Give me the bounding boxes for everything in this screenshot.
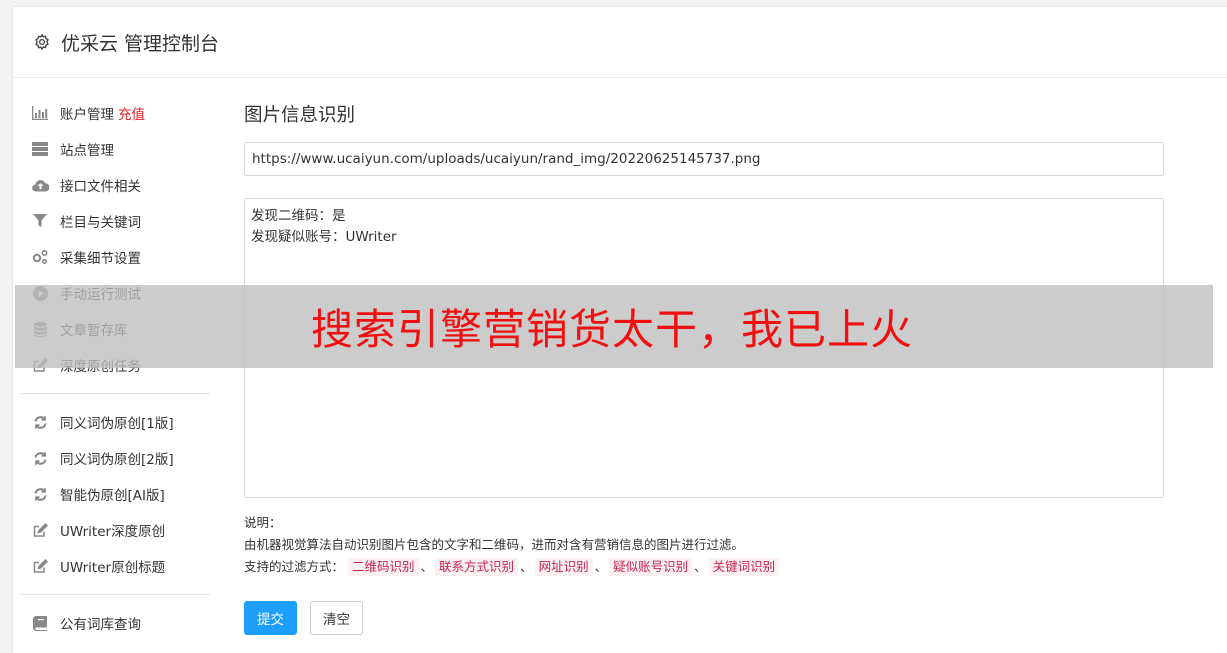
header: 优采云 管理控制台 xyxy=(13,7,1227,78)
sidebar-item[interactable]: 公有词库查询 xyxy=(20,605,210,641)
sidebar-item-label: 同义词伪原创[2版] xyxy=(60,452,174,468)
filter-tag: 疑似账号识别 xyxy=(609,558,693,576)
sidebar-item[interactable]: 接口文件相关 xyxy=(20,167,210,203)
sidebar-divider xyxy=(20,393,210,394)
filter-tag: 二维码识别 xyxy=(348,558,419,576)
gears-icon xyxy=(31,248,49,266)
image-url-input[interactable] xyxy=(244,142,1164,176)
server-icon xyxy=(31,140,49,158)
filter-separator: 、 xyxy=(694,559,707,574)
sidebar-item[interactable]: 站点管理 xyxy=(20,131,210,167)
sidebar-item-label: 采集细节设置 xyxy=(60,251,141,267)
refresh-icon xyxy=(31,485,49,503)
edit-icon xyxy=(31,557,49,575)
result-line: 发现二维码：是 xyxy=(251,208,346,224)
page-title: 优采云 管理控制台 xyxy=(61,32,220,55)
sidebar-item-label: 栏目与关键词 xyxy=(60,215,141,231)
sidebar-item-label: 同义词伪原创[1版] xyxy=(60,416,174,432)
filter-separator: 、 xyxy=(520,559,533,574)
sidebar-item[interactable]: 账户管理 充值 xyxy=(20,95,210,131)
filter-tag: 关键词识别 xyxy=(708,558,780,576)
filter-label: 支持的过滤方式： xyxy=(244,559,345,574)
sidebar-item-label: 公有词库查询 xyxy=(60,617,141,633)
sidebar-item[interactable]: UWriter深度原创 xyxy=(20,512,210,548)
banner-text: 搜索引擎营销货太干，我已上火 xyxy=(311,305,914,354)
button-bar: 提交 清空 xyxy=(244,601,1164,635)
sidebar-item[interactable]: 栏目与关键词 xyxy=(20,203,210,239)
description-label: 说明： xyxy=(244,515,282,530)
sidebar: 账户管理充值站点管理接口文件相关栏目与关键词采集细节设置手动运行测试文章暂存库深… xyxy=(20,95,210,641)
gear-icon xyxy=(33,33,51,51)
sidebar-item[interactable]: 采集细节设置 xyxy=(20,239,210,275)
sidebar-item-label: UWriter原创标题 xyxy=(60,560,166,576)
sidebar-item[interactable]: 同义词伪原创[2版] xyxy=(20,440,210,476)
filter-icon xyxy=(31,212,49,230)
sidebar-item-label: 接口文件相关 xyxy=(60,179,141,195)
sidebar-item-label: 智能伪原创[AI版] xyxy=(60,488,165,504)
sidebar-item[interactable]: 同义词伪原创[1版] xyxy=(20,404,210,440)
sidebar-item-label: 账户管理 xyxy=(60,107,114,123)
submit-button[interactable]: 提交 xyxy=(244,601,297,635)
description: 说明： 由机器视觉算法自动识别图片包含的文字和二维码，进而对含有营销信息的图片进… xyxy=(244,512,1164,578)
sidebar-item[interactable]: UWriter原创标题 xyxy=(20,548,210,584)
edit-icon xyxy=(31,521,49,539)
filter-tag: 联系方式识别 xyxy=(435,558,519,576)
bar-chart-icon xyxy=(31,104,49,122)
cloud-upload-icon xyxy=(31,176,49,194)
sidebar-item[interactable]: 智能伪原创[AI版] xyxy=(20,476,210,512)
filter-separator: 、 xyxy=(420,559,434,574)
sidebar-item-label: UWriter深度原创 xyxy=(60,524,166,540)
recharge-link[interactable]: 充值 xyxy=(118,103,145,123)
description-text: 由机器视觉算法自动识别图片包含的文字和二维码，进而对含有营销信息的图片进行过滤。 xyxy=(244,537,745,552)
sidebar-divider xyxy=(20,594,210,595)
sidebar-item-label: 站点管理 xyxy=(60,143,114,159)
refresh-icon xyxy=(31,413,49,431)
overlay-banner: 搜索引擎营销货太干，我已上火 xyxy=(15,285,1213,368)
filter-tag: 网址识别 xyxy=(534,558,593,576)
filter-separator: 、 xyxy=(594,559,608,574)
section-title: 图片信息识别 xyxy=(244,105,356,126)
clear-button[interactable]: 清空 xyxy=(310,601,363,635)
filter-methods: 支持的过滤方式： 二维码识别、联系方式识别、网址识别、疑似账号识别、关键词识别 xyxy=(244,556,1164,578)
book-icon xyxy=(31,614,49,632)
result-line: 发现疑似账号：UWriter xyxy=(251,229,397,245)
refresh-icon xyxy=(31,449,49,467)
